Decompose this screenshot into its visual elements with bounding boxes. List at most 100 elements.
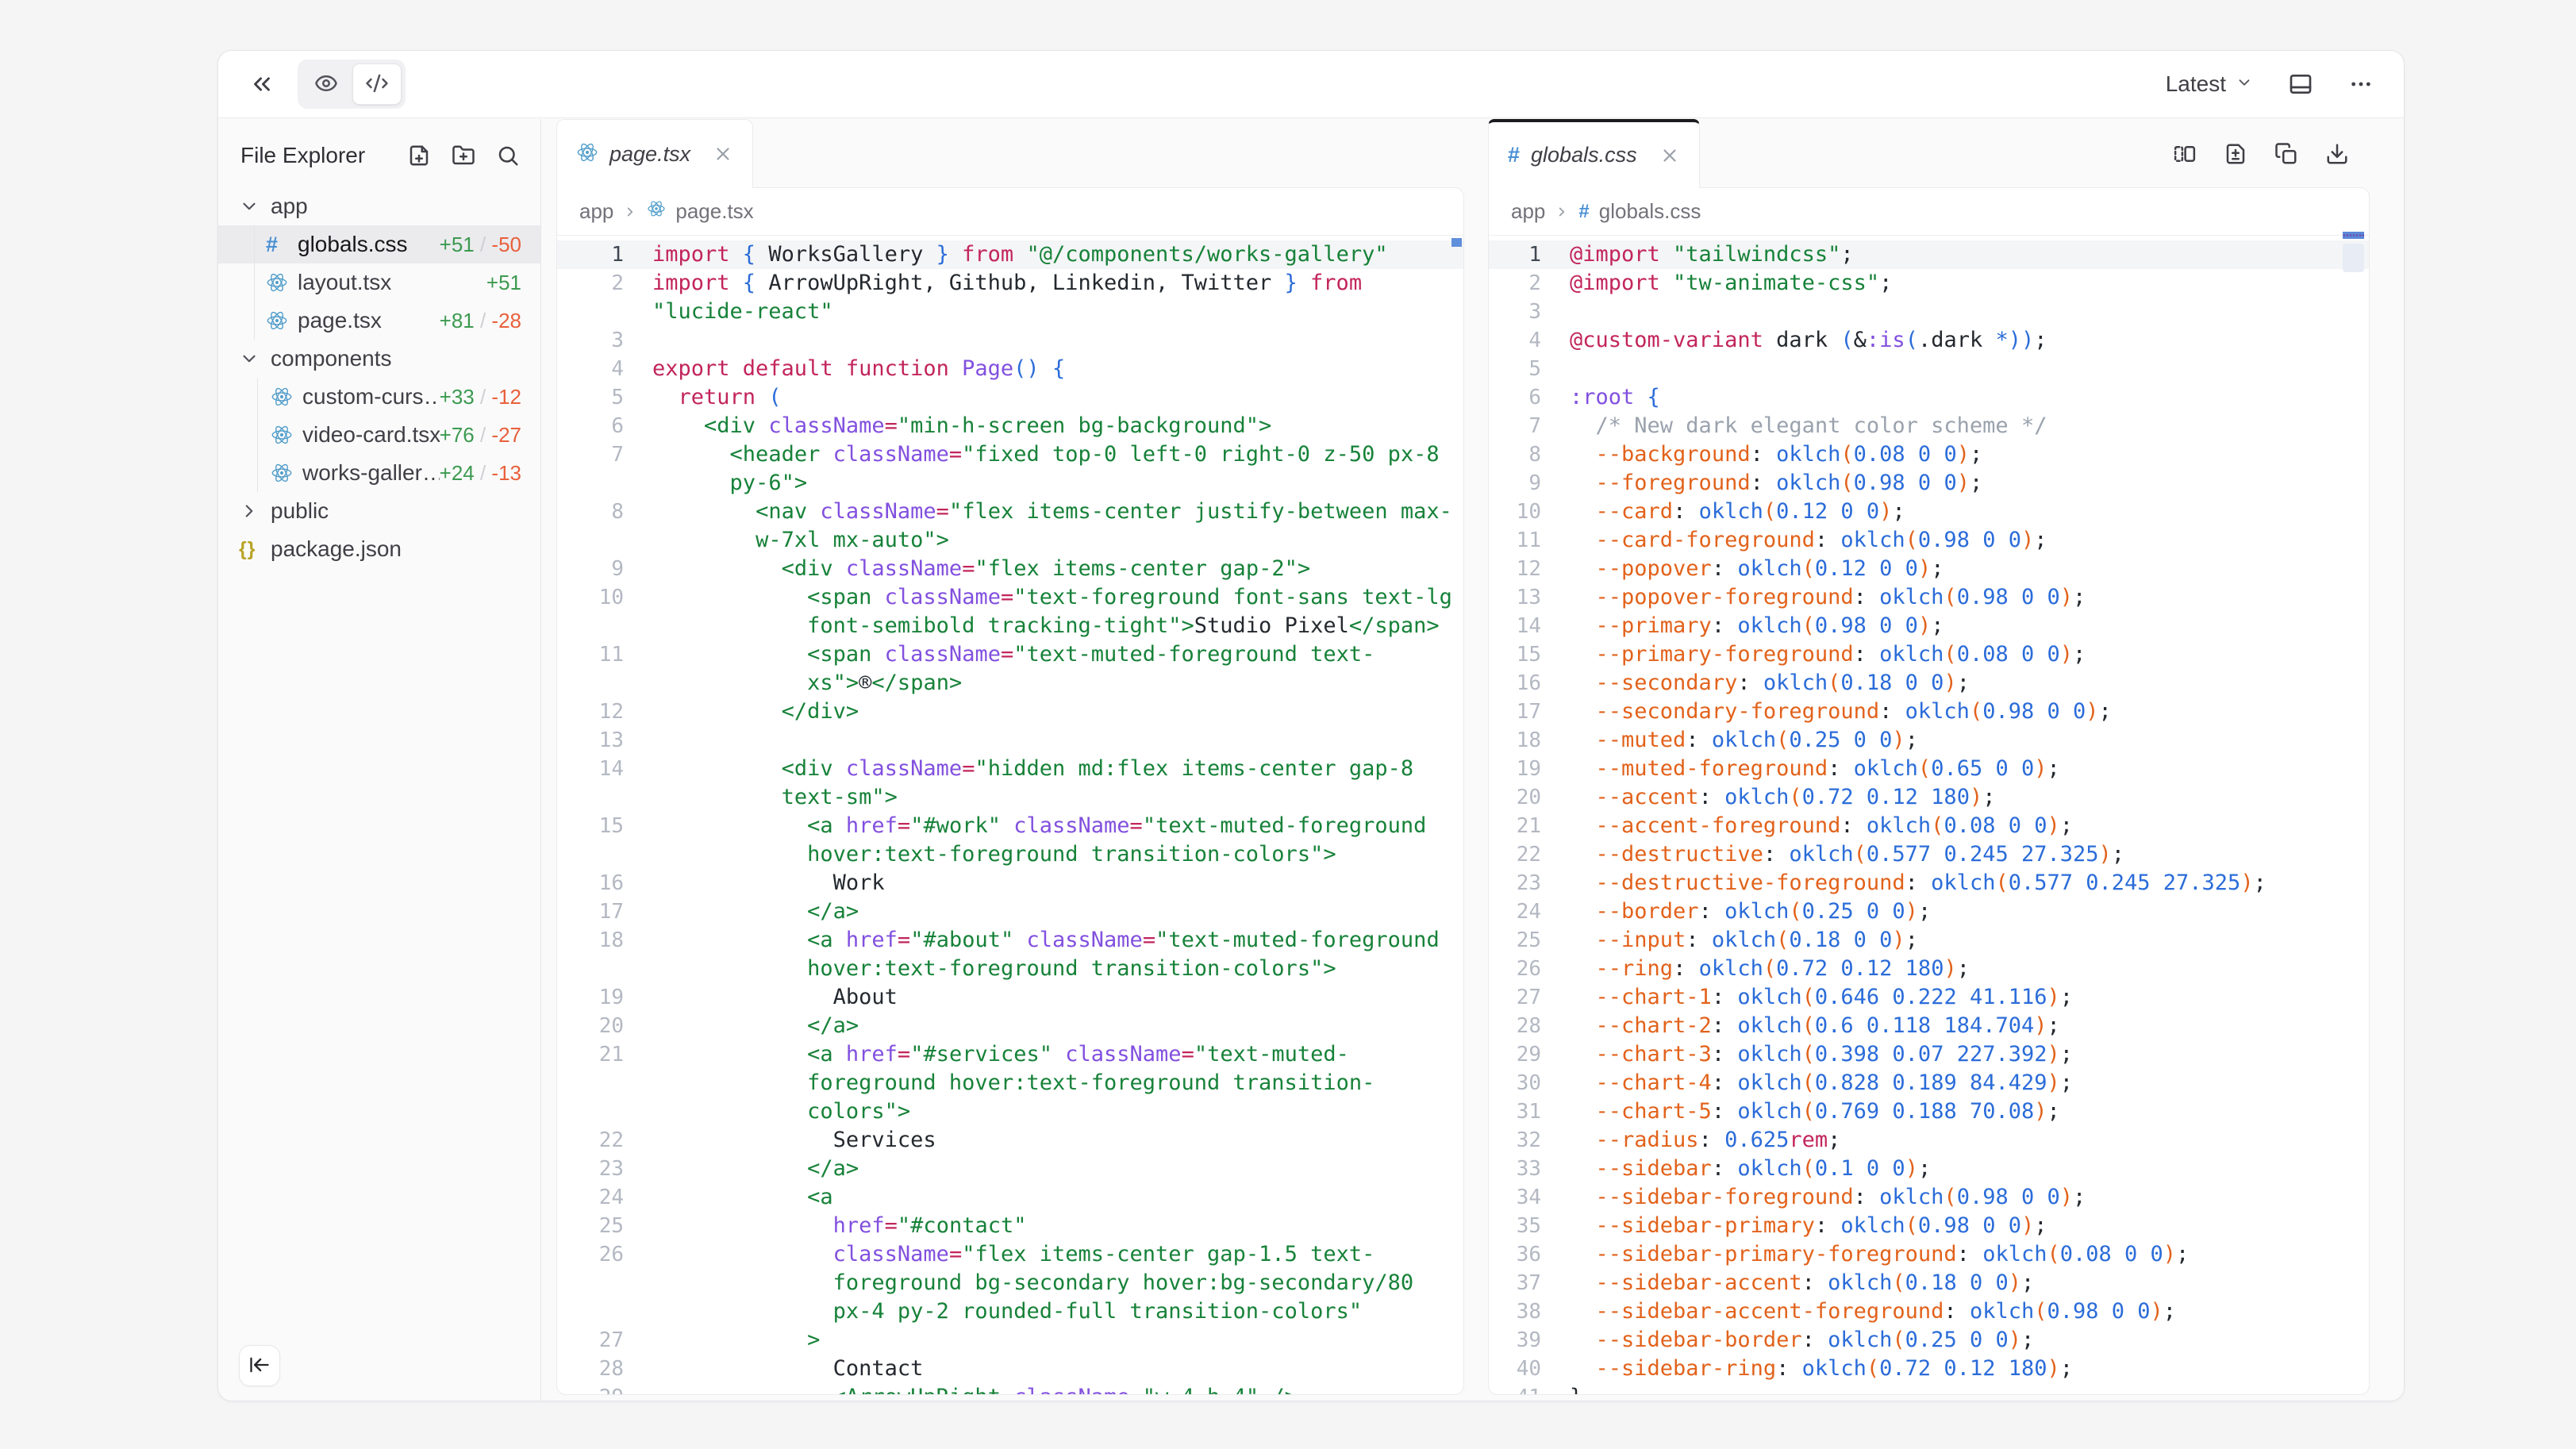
top-toolbar: Latest (218, 51, 2404, 118)
collapse-sidebar-button[interactable] (239, 1345, 280, 1386)
code-line-13: 13 (557, 726, 1463, 755)
editor-pane-page-tsx: page.tsx app (556, 119, 1464, 1395)
code-editor-globals-css[interactable]: 1@import "tailwindcss";2@import "tw-anim… (1489, 236, 2369, 1395)
copy-icon (2274, 142, 2298, 166)
preview-toggle-button[interactable] (302, 63, 351, 105)
line-number: 4 (1489, 326, 1541, 355)
code-icon (365, 71, 389, 98)
line-number: 17 (1489, 698, 1541, 726)
code-line-6: 6:root { (1489, 383, 2369, 412)
close-tab-icon[interactable] (713, 144, 733, 164)
code-line-19: 19--muted-foreground: oklch(0.65 0 0); (1489, 755, 2369, 783)
line-number: 21 (557, 1040, 624, 1126)
download-button[interactable] (2325, 142, 2349, 166)
code-line-33: 33--sidebar: oklch(0.1 0 0); (1489, 1155, 2369, 1183)
react-icon (266, 271, 298, 294)
react-icon (647, 199, 666, 224)
version-dropdown[interactable]: Latest (2166, 71, 2253, 97)
tree-file-page.tsx[interactable]: page.tsx+81 / -28 (218, 302, 540, 340)
line-number: 14 (1489, 612, 1541, 640)
tree-file-layout.tsx[interactable]: layout.tsx+51 (218, 263, 540, 302)
line-number: 23 (557, 1155, 624, 1183)
scrollbar-diff-marker (1451, 238, 1462, 247)
tree-file-custom-curs-[interactable]: custom-curs…+33 / -12 (218, 378, 540, 416)
code-line-25: 25--input: oklch(0.18 0 0); (1489, 926, 2369, 955)
file-explorer-title: File Explorer (240, 143, 407, 168)
folder-plus-icon (452, 144, 475, 167)
split-view-button[interactable] (2173, 142, 2197, 166)
file-tree: app#globals.css+51 / -50layout.tsx+51pag… (218, 187, 540, 568)
code-line-41: 41} (1489, 1383, 2369, 1395)
code-toggle-button[interactable] (352, 63, 402, 105)
diff-badge: +81 / -28 (440, 309, 540, 333)
diff-badge: +51 / -50 (440, 233, 540, 257)
code-line-18: 18<a href="#about" className="text-muted… (557, 926, 1463, 983)
code-line-15: 15--primary-foreground: oklch(0.08 0 0); (1489, 640, 2369, 669)
tab-page-tsx[interactable]: page.tsx (556, 119, 753, 188)
line-number: 10 (1489, 498, 1541, 526)
code-editor-page-tsx[interactable]: 1import { WorksGallery } from "@/compone… (557, 236, 1463, 1395)
line-number: 20 (1489, 783, 1541, 812)
code-line-30: 30--chart-4: oklch(0.828 0.189 84.429); (1489, 1069, 2369, 1097)
close-tab-icon[interactable] (1659, 145, 1680, 166)
react-icon (271, 462, 302, 484)
line-number: 7 (1489, 412, 1541, 440)
line-number: 3 (1489, 298, 1541, 326)
code-line-39: 39--sidebar-border: oklch(0.25 0 0); (1489, 1326, 2369, 1355)
version-label: Latest (2166, 71, 2226, 97)
react-icon (266, 309, 298, 332)
line-number: 19 (557, 983, 624, 1012)
code-line-3: 3 (557, 326, 1463, 355)
file-diff-button[interactable] (2224, 142, 2247, 166)
code-line-15: 15<a href="#work" className="text-muted-… (557, 812, 1463, 869)
code-line-5: 5 (1489, 355, 2369, 383)
code-line-37: 37--sidebar-accent: oklch(0.18 0 0); (1489, 1269, 2369, 1297)
line-number: 6 (557, 412, 624, 440)
line-number: 9 (557, 555, 624, 583)
more-options-button[interactable] (2348, 71, 2374, 97)
line-number: 33 (1489, 1155, 1541, 1183)
line-number: 6 (1489, 383, 1541, 412)
line-number: 24 (1489, 897, 1541, 926)
tree-folder-components[interactable]: components (218, 340, 540, 378)
code-line-4: 4@custom-variant dark (&:is(.dark *)); (1489, 326, 2369, 355)
breadcrumb-file: page.tsx (675, 199, 753, 224)
tree-folder-public[interactable]: public (218, 492, 540, 530)
tree-folder-app[interactable]: app (218, 187, 540, 225)
tab-globals-css[interactable]: # globals.css (1488, 119, 1700, 188)
file-explorer-panel: File Explorer (218, 119, 541, 1401)
line-number: 15 (557, 812, 624, 869)
line-number: 5 (557, 383, 624, 412)
code-line-34: 34--sidebar-foreground: oklch(0.98 0 0); (1489, 1183, 2369, 1212)
collapse-chat-button[interactable] (248, 71, 275, 98)
tree-file-video-card.tsx[interactable]: video-card.tsx+76 / -27 (218, 416, 540, 454)
search-files-button[interactable] (496, 144, 520, 167)
tree-file-package.json[interactable]: {}package.json (218, 530, 540, 568)
line-number: 41 (1489, 1383, 1541, 1395)
code-line-27: 27> (557, 1326, 1463, 1355)
line-number: 38 (1489, 1297, 1541, 1326)
tree-item-label: package.json (271, 536, 521, 562)
code-line-38: 38--sidebar-accent-foreground: oklch(0.9… (1489, 1297, 2369, 1326)
code-line-32: 32--radius: 0.625rem; (1489, 1126, 2369, 1155)
copy-code-button[interactable] (2274, 142, 2298, 166)
tree-file-works-galler-[interactable]: works-galler…+24 / -13 (218, 454, 540, 492)
new-folder-button[interactable] (452, 144, 475, 167)
tabbar-left: page.tsx (556, 119, 1464, 188)
scrollbar-thumb[interactable] (2343, 244, 2364, 272)
line-number: 16 (1489, 669, 1541, 698)
tabbar-right: # globals.css (1488, 119, 2370, 188)
line-number: 27 (1489, 983, 1541, 1012)
download-icon (2325, 142, 2349, 166)
line-number: 8 (1489, 440, 1541, 469)
chevron-right-icon (239, 501, 271, 521)
new-file-button[interactable] (407, 144, 431, 167)
line-number: 22 (1489, 840, 1541, 869)
breadcrumb-folder[interactable]: app (579, 199, 613, 224)
line-number: 31 (1489, 1097, 1541, 1126)
tree-file-globals.css[interactable]: #globals.css+51 / -50 (218, 225, 540, 263)
line-number: 9 (1489, 469, 1541, 498)
open-preview-window-button[interactable] (2288, 71, 2313, 97)
chevron-down-icon (239, 196, 271, 217)
breadcrumb-folder[interactable]: app (1511, 199, 1545, 224)
